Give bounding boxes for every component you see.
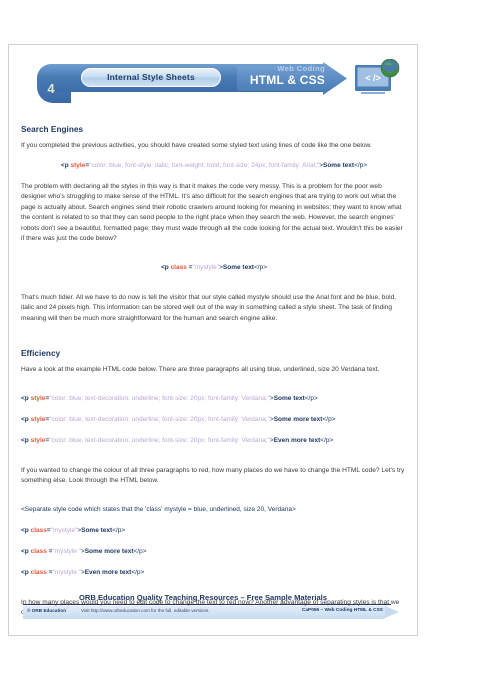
code-attr-value: "mystyle " — [52, 568, 81, 576]
heading-search-engines: Search Engines — [21, 125, 84, 134]
document-page: 4 Internal Style Sheets Web Coding HTML … — [8, 44, 418, 636]
code-inner-text: Some more text — [84, 547, 134, 555]
code-attr-value: "mystyle" — [50, 526, 78, 534]
heading-efficiency: Efficiency — [21, 349, 61, 358]
code-sample-inline-style-3: <p style="color: blue; text-decoration: … — [21, 415, 407, 425]
code-tag-close: </p> — [354, 161, 368, 169]
paragraph-search-closing: That's much tidier. All we have to do no… — [21, 293, 397, 322]
code-tag-open: <p — [21, 526, 31, 534]
code-tag-close: </p> — [131, 568, 145, 576]
paragraph-efficiency-question: If you wanted to change the colour of al… — [21, 466, 405, 485]
code-attr-value: "mystyle " — [52, 547, 81, 555]
code-separate-style-note: <Separate style code which states that t… — [21, 505, 407, 515]
footer-title: ORB Education Quality Teaching Resources… — [79, 593, 327, 602]
code-attr-value: "mystyle" — [192, 263, 220, 271]
banner-arrow-bottom-label: HTML & CSS — [249, 73, 325, 87]
code-sample-inline-style-1: <p style="color: blue; font-style: itali… — [21, 161, 407, 171]
code-inner-text: Some text — [81, 526, 113, 534]
code-inner-text: Some text — [322, 161, 355, 169]
code-attr-value: "color: blue; text-decoration: underline… — [49, 436, 270, 444]
code-attr-value: "color: blue; font-style: italic; font-w… — [89, 161, 320, 169]
code-tag-close: </p> — [133, 547, 147, 555]
footer-divider — [23, 604, 391, 605]
paragraph-search-intro: If you completed the previous activities… — [21, 142, 372, 149]
code-attr-name: class — [30, 547, 47, 555]
code-sample-inline-style-2: <p style="color: blue; text-decoration: … — [21, 394, 407, 404]
web-coding-logo-icon: < /> — [353, 58, 405, 101]
code-tag-close: </p> — [253, 263, 267, 271]
code-attr-name: class — [30, 526, 47, 534]
code-tag-open: <p — [21, 394, 31, 402]
code-inner-text: Some text — [273, 394, 305, 402]
code-attr-name: style — [30, 415, 46, 423]
paragraph-efficiency-intro: Have a look at the example HTML code bel… — [21, 366, 380, 373]
code-inner-text: Even more text — [84, 568, 132, 576]
code-tag-close: </p> — [320, 436, 334, 444]
document-body: Search Engines If you completed the prev… — [21, 125, 407, 636]
code-inner-text: Some more text — [273, 415, 323, 423]
code-tag-open: <p — [160, 263, 171, 271]
code-tag-close: </p> — [304, 394, 318, 402]
code-inner-text: Some text — [222, 263, 254, 271]
code-tag-open: <p — [21, 568, 31, 576]
banner-title-pill: Internal Style Sheets — [81, 68, 221, 87]
footer-bar-arrow-tip — [385, 606, 399, 618]
code-note-text: <Separate style code which states that t… — [21, 505, 296, 513]
banner-arrow-top-label: Web Coding — [277, 64, 325, 73]
code-attr-name: style — [30, 394, 46, 402]
footer-copyright: © ORB Education — [27, 608, 67, 613]
code-tag-open: <p — [21, 436, 31, 444]
code-attr-name: style — [70, 161, 86, 169]
code-attr-name: class — [30, 568, 47, 576]
code-sample-class-3: <p class ="mystyle ">Some more text</p> — [21, 547, 407, 557]
code-tag-close: </p> — [322, 415, 336, 423]
code-sample-class-2: <p class="mystyle">Some text</p> — [21, 526, 407, 536]
code-tag-open: <p — [21, 415, 31, 423]
code-attr-name: class — [170, 263, 187, 271]
footer-resource-code: CaP055 – Web Coding HTML & CSS — [301, 608, 383, 613]
code-inner-text: Even more text — [273, 436, 321, 444]
code-attr-value: "color: blue; text-decoration: underline… — [49, 415, 270, 423]
code-tag-close: </p> — [112, 526, 126, 534]
banner-section-number: 4 — [47, 81, 55, 96]
svg-text:< />: < /> — [365, 73, 381, 83]
code-sample-inline-style-4: <p style="color: blue; text-decoration: … — [21, 436, 407, 446]
page-footer: ORB Education Quality Teaching Resources… — [23, 593, 405, 621]
code-tag-open: <p — [60, 161, 71, 169]
code-tag-open: <p — [21, 547, 31, 555]
footer-note: Visit http://www.orbeducation.com for th… — [81, 608, 210, 613]
code-attr-value: "color: blue; text-decoration: underline… — [49, 394, 270, 402]
header-banner: 4 Internal Style Sheets Web Coding HTML … — [23, 58, 405, 105]
paragraph-search-body: The problem with declaring all the style… — [21, 182, 403, 243]
code-sample-class-1: <p class ="mystyle">Some text</p> — [21, 263, 407, 273]
code-sample-class-4: <p class ="mystyle ">Even more text</p> — [21, 568, 407, 578]
code-attr-name: style — [30, 436, 46, 444]
